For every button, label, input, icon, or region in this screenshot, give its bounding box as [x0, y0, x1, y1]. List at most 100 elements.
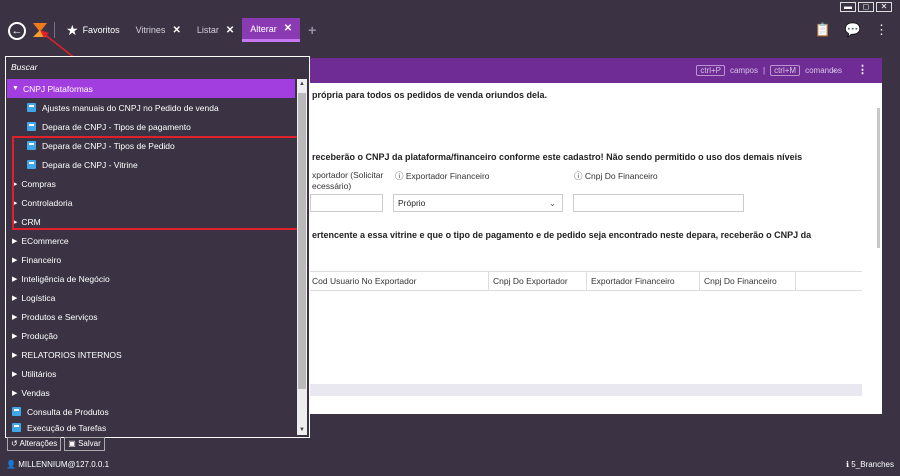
- tab-label: Alterar: [250, 23, 277, 34]
- caret-right-icon: ▶: [12, 389, 18, 397]
- status-branches: ℹ 5_Branches: [846, 460, 894, 469]
- shortcut-key: ctrl+M: [770, 65, 801, 76]
- back-arrow-icon[interactable]: ←: [8, 22, 26, 40]
- tab-label: Favoritos: [82, 25, 120, 35]
- menu-item-label: Financeiro: [21, 254, 62, 265]
- maximize-button[interactable]: ◻: [858, 2, 874, 12]
- scrollbar[interactable]: [877, 108, 880, 248]
- field-label-cnpj-financeiro: ⓘ Cnpj Do Financeiro: [574, 170, 658, 182]
- close-button[interactable]: ✕: [876, 2, 892, 12]
- screen-icon: [12, 423, 21, 432]
- select-value: Próprio: [398, 198, 426, 208]
- tab-listar[interactable]: Listar ✕: [189, 18, 242, 42]
- divider: |: [763, 66, 766, 75]
- menu-item-label: Utilitários: [21, 368, 57, 379]
- info-icon: ⓘ: [574, 171, 585, 181]
- scroll-up-icon[interactable]: ▲: [297, 79, 307, 89]
- menu-item-label: Vendas: [21, 387, 50, 398]
- menu-item[interactable]: Execução de Tarefas: [7, 421, 295, 433]
- title-bar: ▬ ◻ ✕ ← ★ Favoritos Vitrines ✕ Listar ✕ …: [0, 0, 900, 46]
- menu-item[interactable]: Depara de CNPJ - Tipos de pagamento: [7, 117, 295, 136]
- screen-icon: [12, 407, 21, 416]
- caret-right-icon: ▶: [12, 294, 18, 302]
- description-line: receberão o CNPJ da plataforma/financeir…: [312, 152, 803, 162]
- menu-scrollbar[interactable]: ▲ ▼: [297, 79, 307, 435]
- tab-vitrines[interactable]: Vitrines ✕: [128, 18, 189, 42]
- chevron-down-icon[interactable]: ⌄: [830, 64, 838, 75]
- app-logo-icon[interactable]: [30, 20, 50, 40]
- caret-right-icon: ▶: [12, 332, 18, 340]
- footer-actions: ↺ Alterações ▣ Salvar: [7, 437, 105, 451]
- alteracoes-button[interactable]: ↺ Alterações: [7, 437, 62, 451]
- field-label-exportador: xportador (Solicitar: [312, 170, 384, 180]
- screen-icon: [27, 122, 36, 131]
- chevron-down-icon: ⌄: [548, 198, 556, 208]
- clipboard-icon[interactable]: 📋: [815, 22, 831, 38]
- label-text: Cnpj Do Financeiro: [584, 171, 658, 181]
- menu-item-label: RELATORIOS INTERNOS: [21, 349, 122, 360]
- menu-group[interactable]: ▶ RELATORIOS INTERNOS: [7, 345, 295, 364]
- caret-right-icon: ▶: [12, 256, 18, 264]
- exportador-financeiro-select[interactable]: Próprio ⌄: [393, 194, 563, 212]
- close-icon[interactable]: ✕: [172, 25, 180, 36]
- field-label-exportador-financeiro: ⓘ Exportador Financeiro: [395, 170, 490, 182]
- menu-group-cnpj-plataformas[interactable]: ▼ CNPJ Plataformas: [7, 79, 295, 98]
- star-icon: ★: [66, 21, 79, 38]
- menu-item-label: Ajustes manuais do CNPJ no Pedido de ven…: [42, 102, 219, 113]
- field-label-exportador-cont: ecessário): [312, 181, 352, 191]
- menu-group[interactable]: ▶ Utilitários: [7, 364, 295, 383]
- menu-group[interactable]: ▶ Vendas: [7, 383, 295, 402]
- column-header[interactable]: Cod Usuario No Exportador: [308, 272, 489, 290]
- cnpj-financeiro-input[interactable]: [573, 194, 744, 212]
- menu-item[interactable]: Consulta de Produtos: [7, 402, 295, 421]
- chat-icon[interactable]: 💬: [845, 22, 861, 38]
- label-text: Exportador Financeiro: [405, 171, 490, 181]
- button-label: Salvar: [78, 439, 101, 448]
- save-button[interactable]: ▣ Salvar: [64, 437, 105, 451]
- caret-right-icon: ▶: [12, 351, 18, 359]
- shortcut-hints: ctrl+P campos | ctrl+M comandos: [696, 65, 842, 76]
- menu-item-label: Consulta de Produtos: [27, 406, 109, 417]
- menu-item-label: Execução de Tarefas: [27, 423, 107, 433]
- menu-group[interactable]: ▶ ECommerce: [7, 231, 295, 250]
- more-vertical-icon[interactable]: ⋮: [857, 63, 868, 76]
- tab-label: Listar: [196, 25, 219, 35]
- menu-item-label: Depara de CNPJ - Tipos de pagamento: [42, 121, 191, 132]
- tab-alterar[interactable]: Alterar ✕: [242, 18, 301, 42]
- screen-icon: [27, 103, 36, 112]
- menu-group[interactable]: ▶ Logística: [7, 288, 295, 307]
- exportador-input[interactable]: [310, 194, 383, 212]
- button-label: Alterações: [19, 439, 58, 448]
- minimize-button[interactable]: ▬: [840, 2, 856, 12]
- column-header[interactable]: Cnpj Do Financeiro: [700, 272, 796, 290]
- menu-item-label: Produção: [21, 330, 58, 341]
- menu-group[interactable]: ▶ Produtos e Serviços: [7, 307, 295, 326]
- top-right-toolbar: 📋 💬 ⋮: [815, 22, 888, 38]
- scroll-down-icon[interactable]: ▼: [297, 425, 307, 435]
- menu-search-input[interactable]: Buscar: [11, 62, 37, 72]
- caret-down-icon: ▼: [12, 85, 19, 92]
- close-icon[interactable]: ✕: [226, 25, 234, 36]
- add-tab-icon[interactable]: +: [308, 22, 316, 38]
- close-icon[interactable]: ✕: [284, 23, 292, 34]
- status-connection: 👤 MILLENNIUM@127.0.0.1: [6, 460, 109, 469]
- tab-label: Vitrines: [135, 25, 166, 35]
- column-header[interactable]: Exportador Financeiro: [587, 272, 700, 290]
- caret-right-icon: ▶: [12, 275, 18, 283]
- menu-group[interactable]: ▶ Inteligência de Negócio: [7, 269, 295, 288]
- menu-group[interactable]: ▶ Financeiro: [7, 250, 295, 269]
- more-vertical-icon[interactable]: ⋮: [875, 22, 888, 38]
- menu-item-label: CNPJ Plataformas: [22, 83, 93, 94]
- highlight-box: [12, 136, 300, 230]
- scroll-thumb[interactable]: [298, 93, 306, 389]
- menu-group[interactable]: ▶ Produção: [7, 326, 295, 345]
- shortcut-label[interactable]: campos: [730, 66, 758, 75]
- menu-item[interactable]: Ajustes manuais do CNPJ no Pedido de ven…: [7, 98, 295, 117]
- tab-favoritos[interactable]: ★ Favoritos: [58, 18, 128, 42]
- menu-item-label: ECommerce: [21, 235, 69, 246]
- menu-item-label: Produtos e Serviços: [21, 311, 98, 322]
- status-text: MILLENNIUM@127.0.0.1: [18, 460, 110, 469]
- user-icon: 👤: [6, 460, 19, 469]
- menu-list: ▼ CNPJ Plataformas Ajustes manuais do CN…: [7, 79, 295, 433]
- column-header[interactable]: Cnpj Do Exportador: [489, 272, 587, 290]
